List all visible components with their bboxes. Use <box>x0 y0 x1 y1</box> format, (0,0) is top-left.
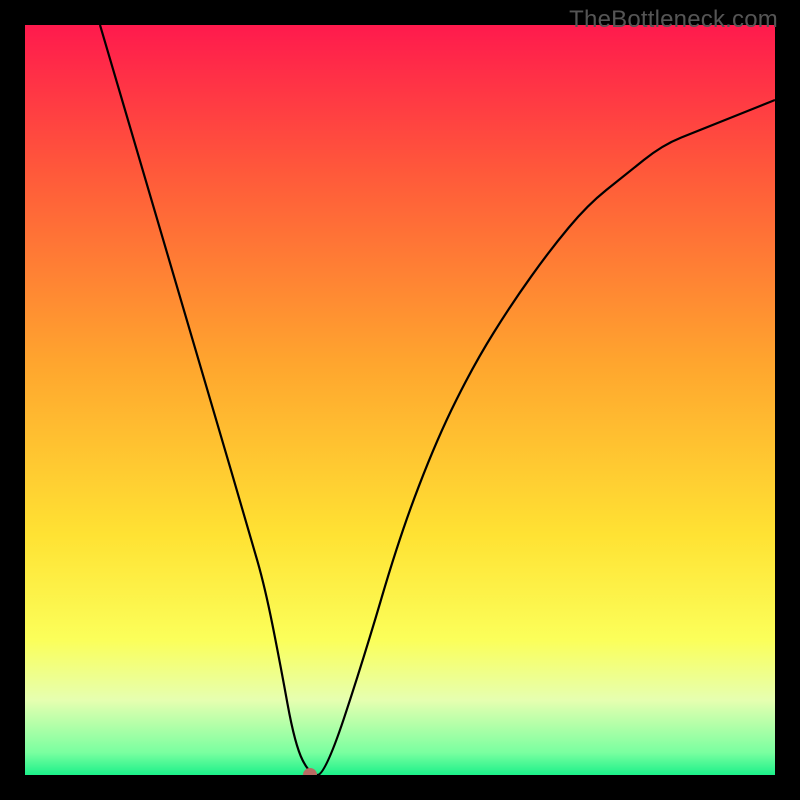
optimum-point-marker <box>303 768 317 775</box>
plot-area <box>25 25 775 775</box>
bottleneck-curve <box>25 25 775 775</box>
chart-frame: TheBottleneck.com <box>0 0 800 800</box>
watermark-label: TheBottleneck.com <box>569 6 778 34</box>
